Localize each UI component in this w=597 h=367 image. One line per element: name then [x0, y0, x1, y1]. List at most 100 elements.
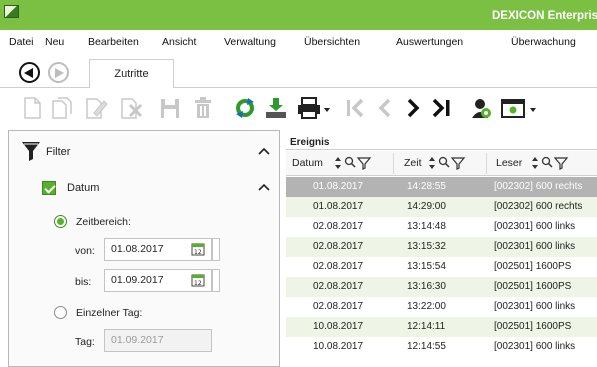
app-title: DEXICON Enterprise [492, 10, 597, 22]
cell-leser: [002301] 600 links [494, 221, 576, 232]
first-record-icon[interactable] [344, 96, 366, 120]
tag-date-value: 01.09.2017 [111, 334, 164, 346]
download-icon[interactable] [264, 96, 288, 120]
bis-date-field[interactable]: 01.09.2017 12 [104, 269, 212, 292]
cell-datum: 02.08.2017 [313, 241, 364, 252]
grid-title: Ereignis [286, 136, 597, 150]
cell-leser: [002301] 600 links [494, 341, 576, 352]
menu-ueberwachung[interactable]: Überwachung [511, 36, 576, 48]
cell-leser: [002501] 1600PS [494, 281, 572, 292]
events-grid: Ereignis Datum Zeit Leser 01.08.2017 14:… [286, 136, 597, 367]
cell-zeit: 12:14:11 [407, 321, 446, 332]
filter-panel: Filter Datum Zeitbereich: von: 01.08.201… [8, 130, 280, 367]
cell-datum: 02.08.2017 [313, 281, 364, 292]
menu-ansicht[interactable]: Ansicht [162, 36, 196, 48]
grid-header: Datum Zeit Leser [286, 151, 597, 176]
cell-leser: [002301] 600 links [494, 301, 576, 312]
cell-zeit: 14:29:00 [407, 201, 446, 212]
next-record-icon[interactable] [405, 96, 421, 120]
cell-datum: 10.08.2017 [313, 341, 364, 352]
bis-time-stub[interactable] [212, 269, 220, 292]
zeitbereich-radio[interactable] [54, 215, 67, 228]
cell-datum: 02.08.2017 [313, 301, 364, 312]
zeit-sort-filter-icons[interactable] [429, 156, 467, 170]
last-record-icon[interactable] [431, 96, 453, 120]
toolbar [0, 88, 597, 128]
window-settings-icon[interactable] [500, 96, 538, 120]
von-date-field[interactable]: 01.08.2017 12 [104, 238, 212, 261]
table-row[interactable]: 02.08.2017 13:15:54 [002501] 1600PS [286, 257, 597, 277]
chevron-up-icon[interactable] [258, 181, 270, 193]
cell-datum: 02.08.2017 [313, 221, 364, 232]
print-icon[interactable] [296, 96, 332, 120]
menu-bearbeiten[interactable]: Bearbeiten [88, 36, 139, 48]
refresh-icon[interactable] [234, 96, 256, 120]
trash-icon[interactable] [193, 96, 213, 120]
cell-datum: 02.08.2017 [313, 261, 364, 272]
cell-leser: [002302] 600 rechts [494, 201, 583, 212]
app-logo-icon [4, 5, 19, 18]
back-icon[interactable] [19, 62, 40, 83]
edit-document-icon[interactable] [84, 96, 108, 120]
tab-zutritte[interactable]: Zutritte [89, 59, 174, 89]
column-datum[interactable]: Datum [292, 157, 323, 169]
column-leser[interactable]: Leser [496, 157, 522, 169]
cell-leser: [002501] 1600PS [494, 261, 572, 272]
cell-datum: 10.08.2017 [313, 321, 364, 332]
column-zeit[interactable]: Zeit [404, 157, 422, 169]
title-bar: DEXICON Enterprise [0, 0, 597, 30]
save-icon[interactable] [159, 96, 181, 120]
cell-datum: 01.08.2017 [313, 201, 364, 212]
previous-record-icon[interactable] [377, 96, 393, 120]
datum-checkbox[interactable] [42, 181, 56, 195]
calendar-icon[interactable]: 12 [191, 273, 205, 287]
einzelner-tag-label: Einzelner Tag: [76, 307, 143, 319]
forward-icon[interactable] [48, 62, 69, 83]
datum-sort-filter-icons[interactable] [335, 156, 373, 170]
datum-section-header: Datum [9, 171, 279, 207]
calendar-icon[interactable]: 12 [191, 242, 205, 256]
tag-date-field[interactable]: 01.09.2017 [104, 329, 212, 352]
von-time-stub[interactable] [212, 238, 220, 261]
cell-leser: [002302] 600 rechts [494, 181, 583, 192]
table-row[interactable]: 10.08.2017 12:14:55 [002301] 600 links [286, 337, 597, 357]
menu-verwaltung[interactable]: Verwaltung [224, 36, 276, 48]
table-row[interactable]: 02.08.2017 13:16:30 [002501] 1600PS [286, 277, 597, 297]
menu-neu[interactable]: Neu [45, 36, 64, 48]
cell-datum: 01.08.2017 [313, 181, 364, 192]
tag-label: Tag: [75, 336, 95, 348]
filter-header[interactable]: Filter [9, 131, 279, 171]
datum-label: Datum [67, 182, 100, 194]
new-document-icon[interactable] [22, 96, 42, 120]
von-date-value: 01.08.2017 [111, 243, 164, 255]
copy-document-icon[interactable] [51, 96, 73, 120]
cell-leser: [002501] 1600PS [494, 321, 572, 332]
leser-sort-filter-icons[interactable] [532, 156, 570, 170]
table-row[interactable]: 01.08.2017 14:28:55 [002302] 600 rechts [286, 177, 597, 197]
svg-text:12: 12 [194, 280, 202, 287]
menu-uebersichten[interactable]: Übersichten [304, 36, 360, 48]
table-row[interactable]: 02.08.2017 13:14:48 [002301] 600 links [286, 217, 597, 237]
filter-title: Filter [46, 146, 71, 158]
cell-zeit: 12:14:55 [407, 341, 446, 352]
table-row[interactable]: 01.08.2017 14:29:00 [002302] 600 rechts [286, 197, 597, 217]
filter-funnel-icon [22, 142, 40, 161]
table-row[interactable]: 10.08.2017 12:14:11 [002501] 1600PS [286, 317, 597, 337]
svg-text:12: 12 [194, 249, 202, 256]
column-separator[interactable] [393, 153, 394, 174]
cell-zeit: 14:28:55 [407, 181, 446, 192]
einzelner-tag-radio[interactable] [54, 306, 67, 319]
delete-document-icon[interactable] [119, 96, 143, 120]
chevron-up-icon[interactable] [258, 145, 270, 157]
menu-auswertungen[interactable]: Auswertungen [396, 36, 463, 48]
von-label: von: [75, 245, 95, 257]
column-separator[interactable] [486, 153, 487, 174]
table-row[interactable]: 02.08.2017 13:15:32 [002301] 600 links [286, 237, 597, 257]
navigation-row: Zutritte [0, 54, 597, 89]
cell-zeit: 13:22:00 [407, 301, 446, 312]
cell-zeit: 13:16:30 [407, 281, 446, 292]
table-row[interactable]: 02.08.2017 13:22:00 [002301] 600 links [286, 297, 597, 317]
bis-date-value: 01.09.2017 [111, 274, 164, 286]
user-settings-icon[interactable] [470, 96, 492, 120]
menu-datei[interactable]: Datei [9, 36, 34, 48]
